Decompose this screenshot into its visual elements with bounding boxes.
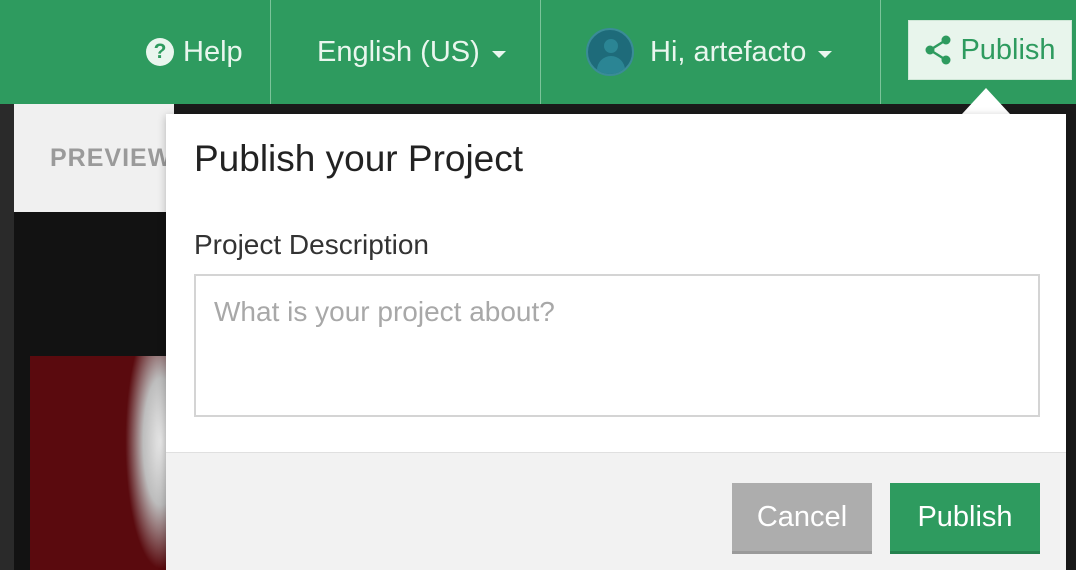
publish-header-label: Publish (960, 33, 1056, 66)
left-scroll-strip (0, 104, 14, 570)
publish-dialog: Publish your Project Project Description… (166, 114, 1066, 570)
language-dropdown[interactable]: English (US) (317, 0, 506, 104)
description-label: Project Description (194, 229, 429, 260)
dialog-footer: Cancel Publish (166, 452, 1066, 570)
popover-arrow (962, 88, 1010, 114)
help-link[interactable]: ? Help (146, 0, 243, 104)
preview-image (30, 356, 170, 570)
dialog-title: Publish your Project (194, 138, 524, 179)
share-icon (925, 35, 951, 65)
language-label: English (US) (317, 35, 480, 68)
top-navigation-bar: ? Help English (US) Hi, artefacto Publis… (0, 0, 1076, 104)
user-menu[interactable]: Hi, artefacto (586, 0, 833, 104)
preview-tab[interactable]: PREVIEW (50, 144, 172, 173)
caret-down-icon (818, 50, 833, 58)
caret-down-icon (491, 50, 506, 58)
nav-divider (270, 0, 271, 104)
nav-divider (540, 0, 541, 104)
question-circle-icon: ? (146, 38, 174, 66)
help-label: Help (183, 35, 243, 68)
cancel-button[interactable]: Cancel (732, 483, 872, 551)
publish-header-button[interactable]: Publish (908, 20, 1072, 80)
project-description-input[interactable] (194, 274, 1040, 417)
user-greeting: Hi, artefacto (650, 35, 807, 68)
nav-divider (880, 0, 881, 104)
publish-button[interactable]: Publish (890, 483, 1040, 551)
avatar (586, 28, 634, 76)
